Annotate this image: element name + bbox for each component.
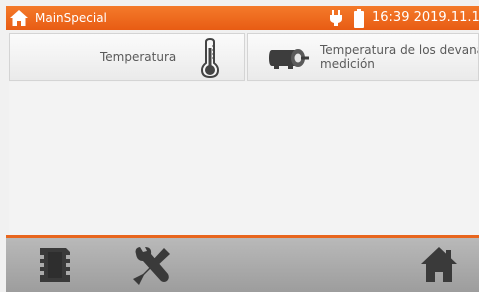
motor-icon [269,49,309,69]
plug-icon [330,10,342,26]
thermometer-icon [200,38,220,78]
menu-item-label-line-2: medición [320,57,375,71]
home-icon[interactable] [419,244,459,286]
menu-item-winding-temperature[interactable]: Temperatura de los devanados medición [247,33,479,81]
tools-icon[interactable] [130,244,174,288]
home-icon[interactable] [9,8,29,28]
title-bar: MainSpecial 16:39 2019.11.12 [6,6,479,30]
menu-item-label-line-1: Temperatura de los devanados [320,43,478,57]
clock: 16:39 2019.11.12 [372,10,479,25]
bottom-toolbar [6,238,479,292]
memory-card-icon[interactable] [36,246,74,284]
app-window: MainSpecial 16:39 2019.11.12 Temperatura [0,0,479,292]
battery-icon [354,9,364,28]
content-area [9,82,479,235]
menu-item-temperature[interactable]: Temperatura [9,33,245,81]
app-title: MainSpecial [35,11,107,25]
menu-item-label: Temperatura [100,50,177,64]
